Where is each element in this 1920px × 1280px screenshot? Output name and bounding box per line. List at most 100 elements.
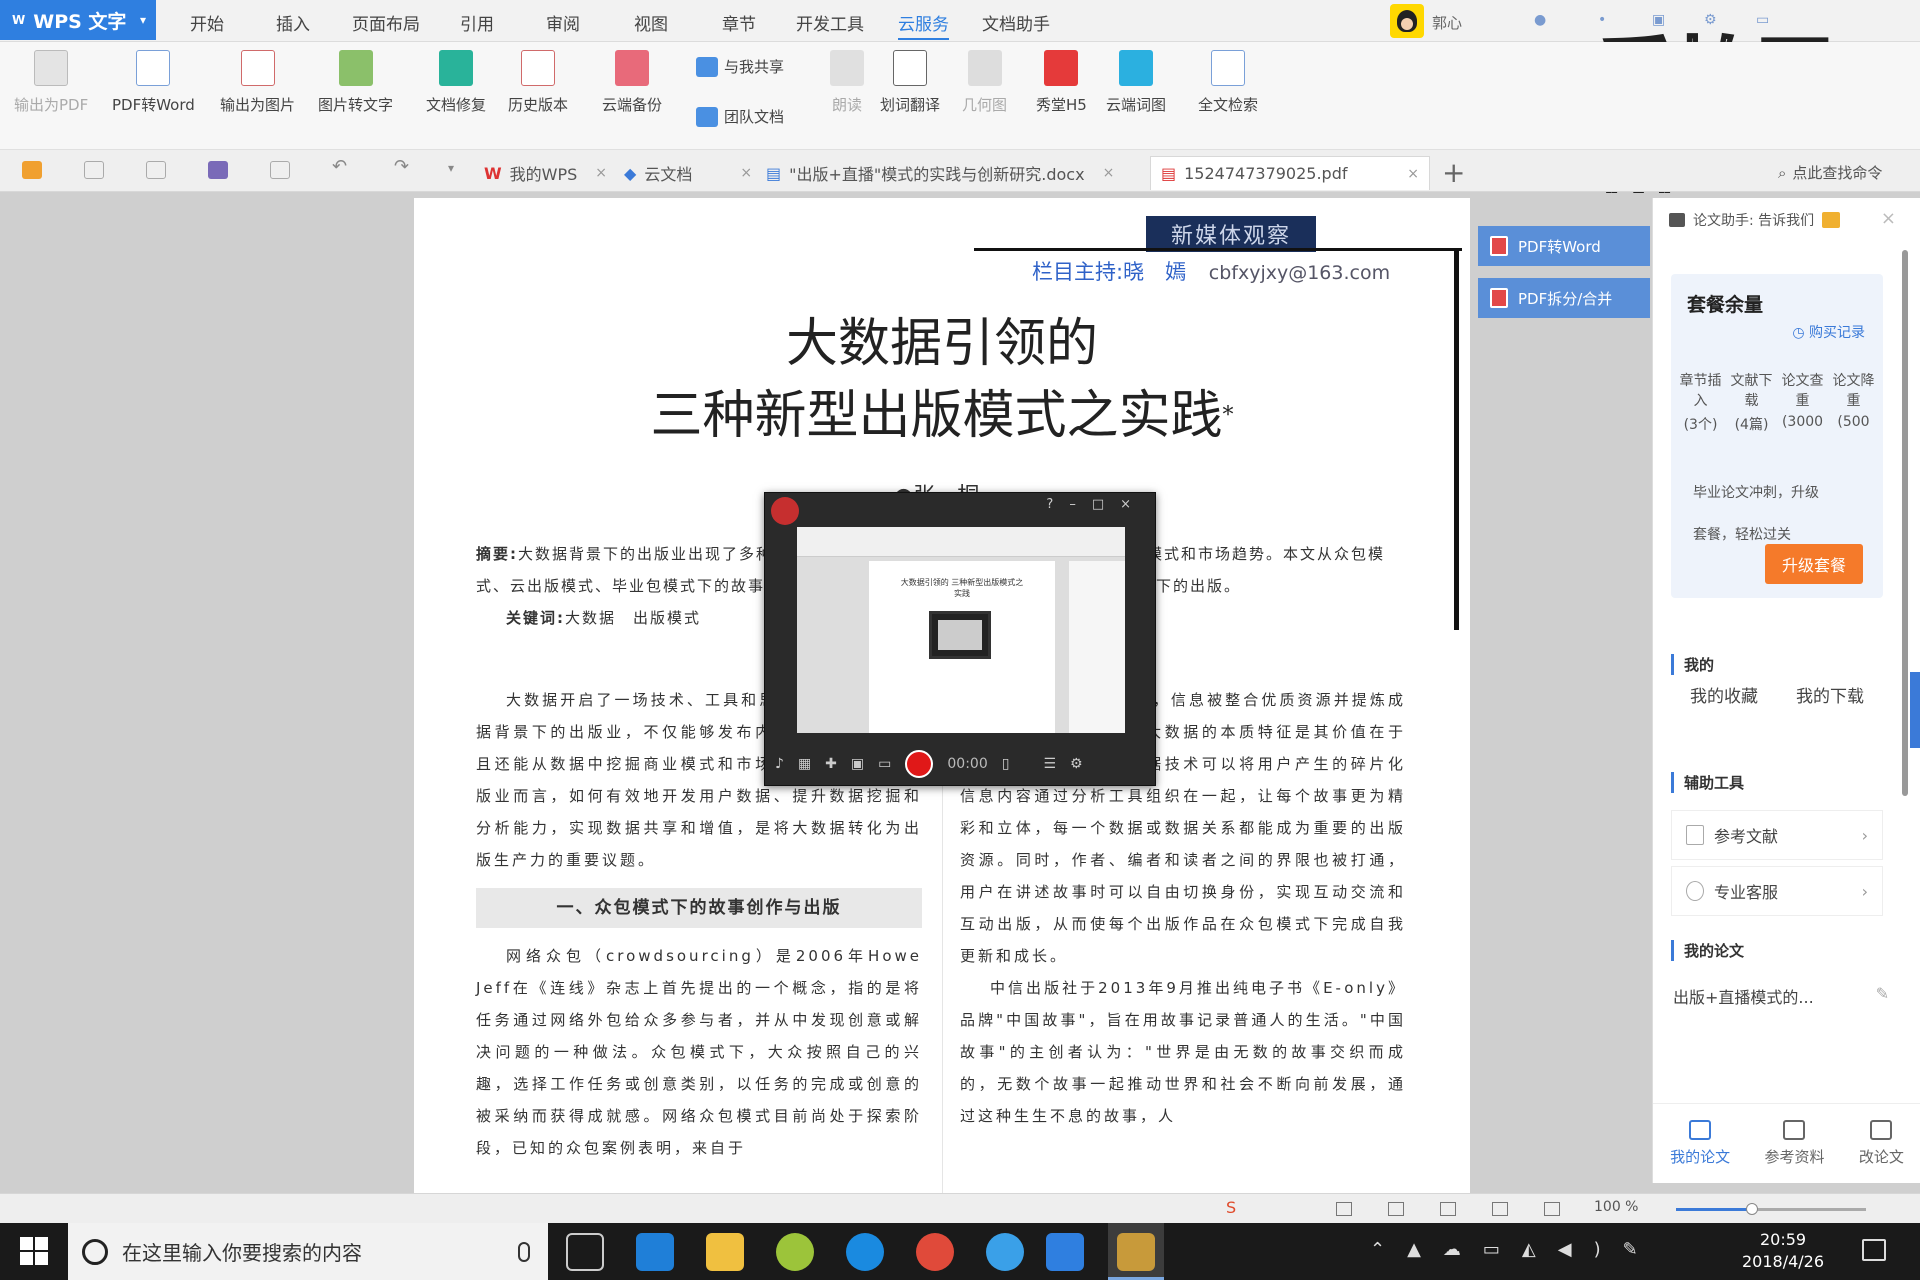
- microphone-icon[interactable]: [518, 1241, 530, 1262]
- notification-icon[interactable]: [1862, 1239, 1886, 1261]
- edge-icon[interactable]: [636, 1233, 674, 1271]
- undo-icon[interactable]: ↶: [332, 156, 352, 177]
- edit-icon[interactable]: ✎: [1876, 984, 1889, 1008]
- tab-reference-material[interactable]: 参考资料: [1764, 1120, 1825, 1167]
- record-button[interactable]: [905, 750, 934, 778]
- new-tab-button[interactable]: +: [1442, 156, 1465, 189]
- close-icon[interactable]: ×: [1881, 208, 1896, 229]
- menu-references[interactable]: 引用: [460, 10, 494, 35]
- tab-my-papers[interactable]: 我的论文: [1670, 1120, 1730, 1167]
- close-icon[interactable]: ×: [740, 165, 752, 181]
- gift-icon[interactable]: [1822, 212, 1841, 228]
- menu-review[interactable]: 审阅: [546, 10, 580, 35]
- sync-icon[interactable]: ●: [1534, 12, 1546, 28]
- region-icon[interactable]: ▣: [851, 756, 864, 772]
- team-docs-button[interactable]: 团队文档: [696, 106, 784, 127]
- recorder-taskbar-app[interactable]: [1108, 1223, 1164, 1280]
- menu-insert[interactable]: 插入: [276, 10, 310, 35]
- app-icon[interactable]: [776, 1233, 814, 1271]
- menu-developer[interactable]: 开发工具: [796, 10, 864, 35]
- export-pdf-button[interactable]: 输出为PDF: [14, 50, 88, 115]
- zoom-thumb[interactable]: [1746, 1203, 1758, 1215]
- chrome-icon[interactable]: [916, 1233, 954, 1271]
- pane-collapse-handle[interactable]: [1910, 672, 1920, 748]
- xiutang-h5-button[interactable]: 秀堂H5: [1036, 50, 1087, 115]
- redo-icon[interactable]: ↷: [394, 156, 414, 177]
- shared-with-me-button[interactable]: 与我共享: [696, 56, 784, 77]
- pdf-split-merge-button[interactable]: PDF拆分/合并: [1478, 278, 1650, 318]
- paper-item[interactable]: 出版+直播模式的... ✎: [1673, 984, 1889, 1008]
- qq-browser-icon[interactable]: [986, 1233, 1024, 1271]
- zoom-slider[interactable]: [1676, 1203, 1866, 1215]
- taskbar-search[interactable]: 在这里输入你要搜索的内容: [68, 1223, 548, 1280]
- tab-revise-paper[interactable]: 改论文: [1859, 1120, 1904, 1167]
- cloud-wordmap-button[interactable]: 云端词图: [1106, 50, 1166, 115]
- view-focus-icon[interactable]: [1336, 1202, 1352, 1216]
- customer-service-row[interactable]: 专业客服 ›: [1671, 866, 1883, 916]
- word-translate-button[interactable]: 划词翻译: [880, 50, 940, 115]
- user-name[interactable]: 郭心: [1432, 12, 1462, 33]
- close-icon[interactable]: ×: [1103, 165, 1115, 181]
- windows-start-button[interactable]: [20, 1237, 48, 1265]
- layout-icon[interactable]: ▦: [798, 756, 811, 772]
- pdf-to-word-button[interactable]: PDF转Word: [112, 50, 195, 115]
- menu-page-layout[interactable]: 页面布局: [352, 10, 420, 35]
- system-tray[interactable]: ⌃▲☁▭◭◀)✎: [1370, 1239, 1660, 1260]
- menu-home[interactable]: 开始: [190, 10, 224, 35]
- tab-my-wps[interactable]: W 我的WPS ×: [474, 156, 617, 190]
- save-icon[interactable]: [84, 161, 104, 179]
- image-to-text-button[interactable]: 图片转文字: [318, 50, 393, 115]
- history-version-button[interactable]: 历史版本: [508, 50, 568, 115]
- menu-view[interactable]: 视图: [634, 10, 668, 35]
- view-outline-icon[interactable]: [1492, 1202, 1508, 1216]
- menu-chapter[interactable]: 章节: [722, 10, 756, 35]
- print-preview-icon[interactable]: [270, 161, 290, 179]
- menu-icon[interactable]: ☰: [1043, 756, 1056, 772]
- wps-writer-icon[interactable]: [1046, 1233, 1084, 1271]
- window-controls[interactable]: ?–□×: [1046, 497, 1147, 512]
- open-folder-icon[interactable]: [22, 161, 42, 179]
- user-avatar[interactable]: [1390, 4, 1424, 38]
- app-menu-button[interactable]: W WPS 文字 ▾: [0, 0, 156, 40]
- my-download-link[interactable]: 我的收藏: [1690, 682, 1758, 707]
- camera-icon[interactable]: ▭: [878, 756, 891, 772]
- zoom-level[interactable]: 100 %: [1594, 1199, 1638, 1215]
- find-command-search[interactable]: ⌕ 点此查找命令: [1778, 162, 1882, 183]
- tab-docx-document[interactable]: ▤ "出版+直播"模式的实践与创新研究.docx ×: [756, 156, 1124, 190]
- my-favorite-link[interactable]: 我的下载: [1796, 682, 1864, 707]
- cloud-backup-button[interactable]: 云端备份: [602, 50, 662, 115]
- tab-pdf-document[interactable]: ▤ 1524747379025.pdf ×: [1150, 156, 1430, 190]
- purchase-history-link[interactable]: ◷ 购买记录: [1792, 322, 1865, 342]
- close-icon[interactable]: ×: [1407, 166, 1419, 182]
- wps-assistant-icon[interactable]: S: [1226, 1198, 1236, 1217]
- quota-name: 论文降重: [1832, 373, 1875, 409]
- view-page-icon[interactable]: [1388, 1202, 1404, 1216]
- screen-recorder-window[interactable]: ?–□× 大数据引领的 三种新型出版模式之实践 ♪ ▦ ✚ ▣ ▭ 00:00 …: [764, 492, 1156, 786]
- doc-repair-button[interactable]: 文档修复: [426, 50, 486, 115]
- audio-icon[interactable]: ♪: [775, 756, 784, 772]
- tab-cloud-docs[interactable]: ◆ 云文档 ×: [614, 156, 762, 190]
- folder-icon[interactable]: ▯: [1002, 756, 1010, 772]
- references-row[interactable]: 参考文献 ›: [1671, 810, 1883, 860]
- clock[interactable]: 20:59 2018/4/26: [1742, 1229, 1824, 1273]
- export-icon[interactable]: [146, 161, 166, 179]
- pane-scrollbar[interactable]: [1902, 250, 1908, 796]
- upgrade-plan-button[interactable]: 升级套餐: [1765, 544, 1863, 584]
- full-text-search-button[interactable]: 全文检索: [1198, 50, 1258, 115]
- export-image-button[interactable]: 输出为图片: [220, 50, 295, 115]
- browser-icon[interactable]: [846, 1233, 884, 1271]
- pdf-to-word-float-button[interactable]: PDF转Word: [1478, 226, 1650, 266]
- menu-cloud-service[interactable]: 云服务: [898, 10, 949, 40]
- task-view-icon[interactable]: [566, 1233, 604, 1271]
- close-icon[interactable]: ×: [595, 165, 607, 181]
- cursor-icon[interactable]: ✚: [825, 756, 837, 772]
- geometry-button[interactable]: 几何图: [962, 50, 1007, 115]
- settings-icon[interactable]: ⚙: [1070, 756, 1083, 772]
- fit-page-icon[interactable]: [1544, 1202, 1560, 1216]
- view-web-icon[interactable]: [1440, 1202, 1456, 1216]
- read-aloud-button[interactable]: 朗读: [830, 50, 864, 115]
- print-icon[interactable]: [208, 161, 228, 179]
- file-explorer-icon[interactable]: [706, 1233, 744, 1271]
- menu-doc-assistant[interactable]: 文档助手: [982, 10, 1050, 35]
- chevron-down-icon[interactable]: ▾: [448, 161, 468, 179]
